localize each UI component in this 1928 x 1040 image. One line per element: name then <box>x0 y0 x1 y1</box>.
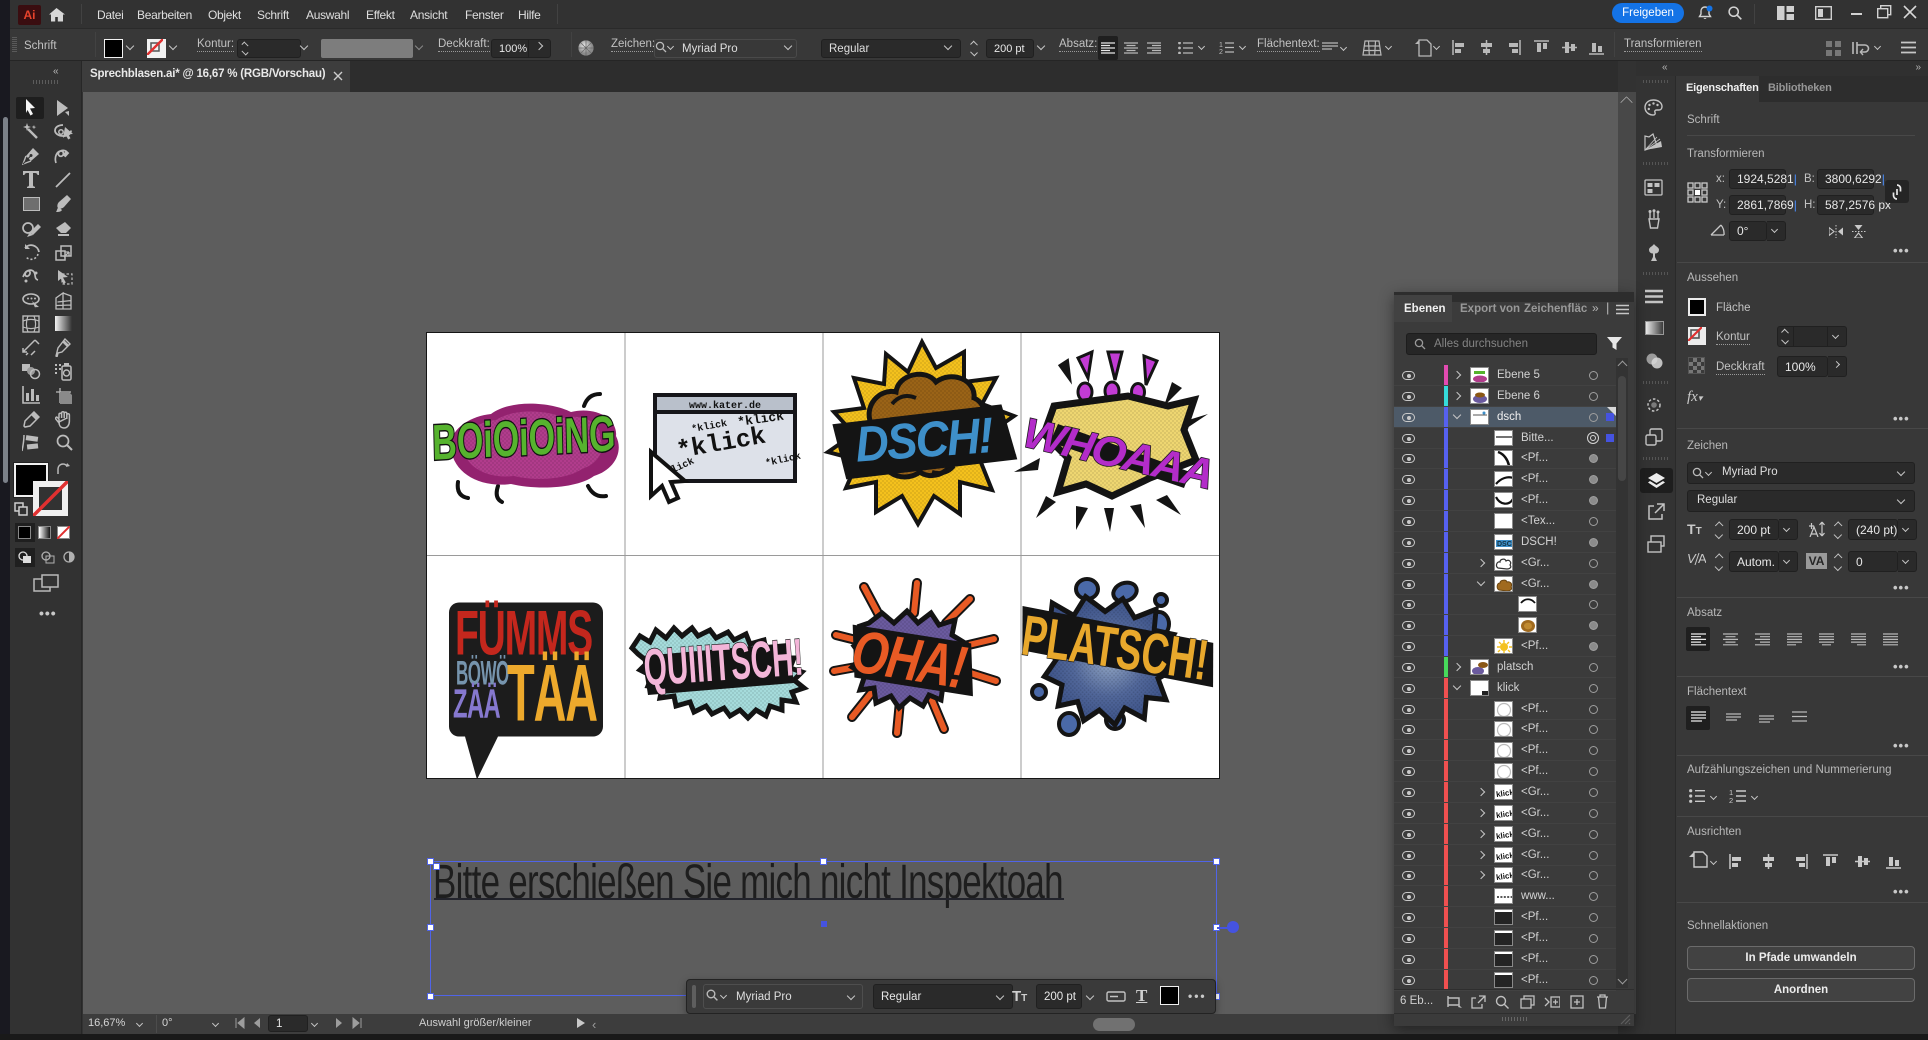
svg-text:DSC: DSC <box>1497 541 1512 548</box>
svg-text:QUIIITSCH!: QUIIITSCH! <box>642 628 805 697</box>
svg-text:klick: klick <box>1496 788 1513 799</box>
svg-text:DSCH!: DSCH! <box>854 408 996 473</box>
svg-text:klick: klick <box>1496 809 1513 820</box>
svg-text:klick: klick <box>1496 871 1513 882</box>
svg-text:A: A <box>1698 551 1706 566</box>
svg-text:ZÄÄ: ZÄÄ <box>453 682 501 727</box>
svg-text:www.kater.de: www.kater.de <box>689 400 761 412</box>
svg-text:1: 1 <box>1219 42 1223 49</box>
svg-text:2: 2 <box>1219 49 1223 54</box>
svg-text:BOiOiOiNG: BOiOiOiNG <box>432 406 616 472</box>
svg-text:2: 2 <box>1729 796 1733 803</box>
svg-text:klick: klick <box>1496 851 1513 862</box>
svg-text:klick: klick <box>1496 830 1513 841</box>
svg-text:TÄÄ: TÄÄ <box>507 648 597 738</box>
